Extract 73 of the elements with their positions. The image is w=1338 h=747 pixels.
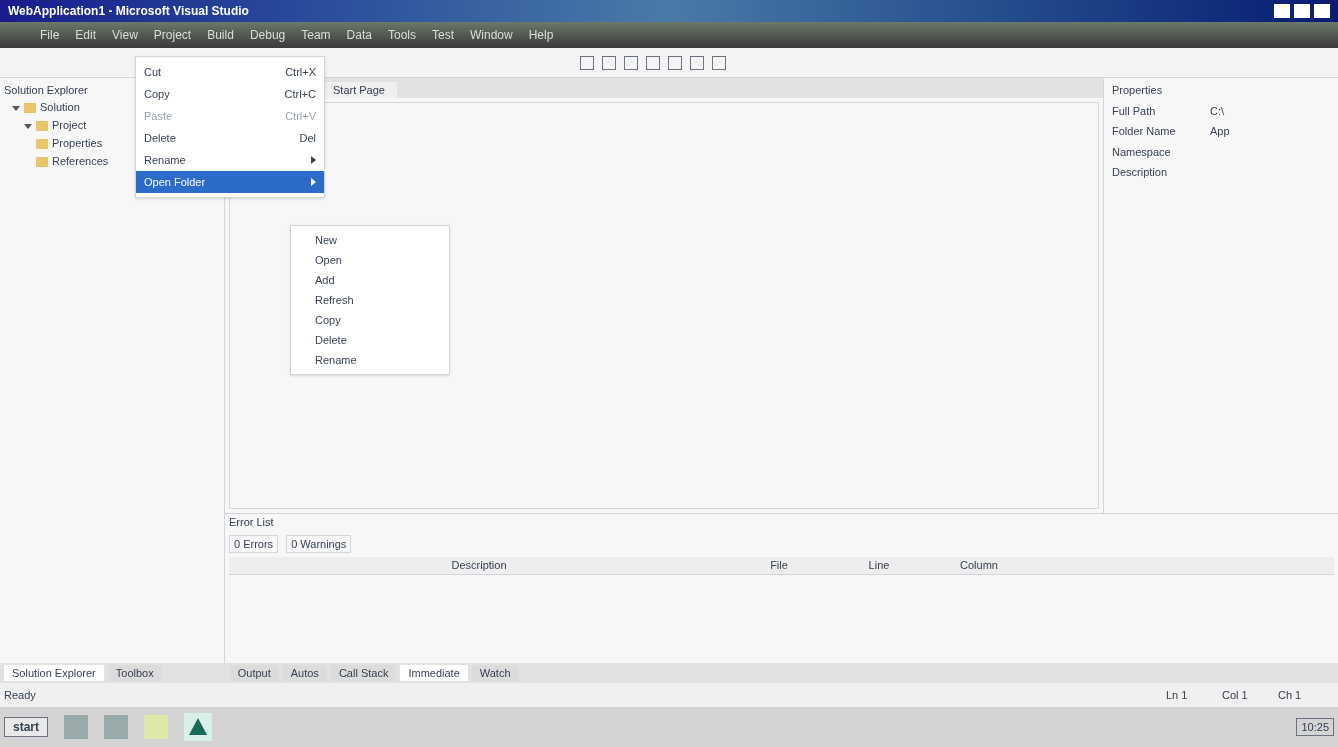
menu-item[interactable]: Rename bbox=[136, 149, 324, 171]
menu-item[interactable]: Add bbox=[291, 270, 449, 290]
menu-item[interactable]: Edit bbox=[75, 26, 97, 44]
toolbar-icon[interactable] bbox=[602, 55, 616, 70]
folder-icon bbox=[36, 120, 48, 131]
panel-title: Error List bbox=[229, 515, 275, 530]
taskbar-app-icon[interactable] bbox=[184, 713, 212, 741]
menu-item[interactable]: Delete Del bbox=[136, 127, 324, 149]
panel-tab[interactable]: Call Stack bbox=[330, 664, 397, 682]
menu-item[interactable]: Copy Ctrl+C bbox=[136, 83, 324, 105]
status-text: Ch 1 bbox=[1278, 687, 1303, 703]
menu-item[interactable]: Team bbox=[301, 26, 331, 44]
tree-item[interactable]: Properties bbox=[52, 135, 103, 152]
tree-item[interactable]: Project bbox=[52, 117, 87, 134]
menu-item[interactable]: Debug bbox=[249, 26, 286, 44]
menu-item[interactable]: File bbox=[40, 26, 60, 44]
submenu-arrow-icon bbox=[311, 156, 316, 164]
property-value[interactable]: C:\ bbox=[1210, 102, 1225, 119]
toolbar-icon[interactable] bbox=[580, 55, 594, 70]
filter-button[interactable]: 0 Warnings bbox=[286, 534, 352, 553]
start-button[interactable]: start bbox=[4, 717, 48, 737]
folder-icon bbox=[24, 102, 36, 113]
panel-tab[interactable]: Watch bbox=[471, 664, 519, 682]
column-header[interactable]: Line bbox=[829, 557, 929, 574]
property-name: Full Path bbox=[1112, 103, 1157, 119]
menu-item[interactable]: Cut Ctrl+X bbox=[136, 61, 324, 83]
panel-tab[interactable]: Output bbox=[229, 664, 279, 682]
column-header[interactable]: Description bbox=[229, 557, 729, 574]
window-title: WebApplication1 - Microsoft Visual Studio bbox=[8, 3, 249, 20]
toolbar-icon[interactable] bbox=[712, 55, 726, 70]
property-name: Description bbox=[1112, 165, 1169, 180]
menu-item[interactable]: Data bbox=[346, 26, 372, 44]
menu-item[interactable]: Build bbox=[207, 26, 234, 44]
panel-tab[interactable]: Immediate bbox=[400, 664, 468, 682]
panel-tab[interactable]: Toolbox bbox=[107, 664, 162, 682]
clock: 10:25 bbox=[1296, 717, 1334, 737]
menu-item[interactable]: Test bbox=[431, 26, 454, 44]
menu-item[interactable]: New bbox=[291, 230, 449, 250]
toolbar-icon[interactable] bbox=[624, 55, 638, 70]
menu-item[interactable]: Rename bbox=[291, 350, 449, 370]
filter-button[interactable]: 0 Errors bbox=[229, 534, 279, 553]
menu-item[interactable]: Open Folder bbox=[136, 171, 324, 193]
panel-title: Solution Explorer bbox=[3, 83, 89, 98]
collapse-icon[interactable] bbox=[12, 103, 20, 112]
menu-item[interactable]: View bbox=[112, 26, 138, 44]
collapse-icon[interactable] bbox=[24, 121, 32, 130]
folder-icon bbox=[36, 138, 48, 149]
toolbar-icon[interactable] bbox=[690, 55, 704, 70]
menu-item[interactable]: Open bbox=[291, 250, 449, 270]
panel-tab[interactable]: Solution Explorer bbox=[4, 664, 104, 682]
tree-item[interactable]: References bbox=[52, 153, 109, 170]
toolbar-icon[interactable] bbox=[646, 55, 660, 70]
status-text: Ready bbox=[4, 687, 37, 703]
property-name: Folder Name bbox=[1112, 124, 1177, 139]
menu-item[interactable]: Window bbox=[470, 26, 513, 44]
column-header[interactable]: File bbox=[729, 557, 829, 574]
menu-item[interactable]: Delete bbox=[291, 330, 449, 350]
toolbar-icon[interactable] bbox=[668, 55, 682, 70]
column-header[interactable]: Column bbox=[929, 557, 1029, 574]
tree-item[interactable]: Solution bbox=[40, 99, 80, 116]
panel-title: Properties bbox=[1112, 83, 1164, 98]
menu-item[interactable]: Project bbox=[153, 26, 192, 44]
submenu-arrow-icon bbox=[311, 178, 316, 186]
status-text: Ln 1 bbox=[1166, 687, 1189, 703]
menu-item[interactable]: Help bbox=[528, 26, 554, 44]
folder-icon bbox=[36, 156, 48, 167]
property-value[interactable]: App bbox=[1210, 123, 1230, 140]
menu-item[interactable]: Copy bbox=[291, 310, 449, 330]
menu-item[interactable]: Refresh bbox=[291, 290, 449, 310]
status-text: Col 1 bbox=[1222, 687, 1249, 703]
menu-item[interactable]: Tools bbox=[387, 26, 416, 44]
property-name: Namespace bbox=[1112, 144, 1172, 160]
panel-tab[interactable]: Autos bbox=[282, 664, 327, 682]
